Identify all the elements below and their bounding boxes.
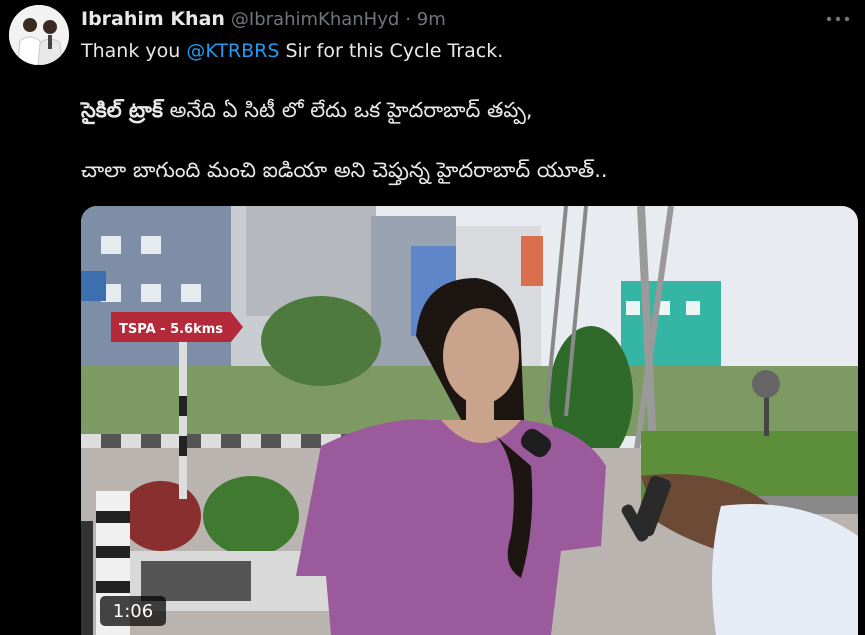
more-options-icon[interactable]	[823, 8, 853, 30]
tweet-text-line-2: సైకిల్ ట్రాక్ అనేది ఏ సిటీ లో లేదు ఒక హై…	[81, 98, 533, 128]
video-duration-badge: 1:06	[100, 596, 166, 626]
tweet-text-line-3: చాలా బాగుంది మంచి ఐడియా అని చెప్తున్న హై…	[81, 158, 608, 182]
avatar[interactable]	[9, 5, 69, 65]
video-player[interactable]: TSPA - 5.6kms	[81, 206, 858, 635]
text-bold-cycle-track: సైకిల్ ట్రాక్	[81, 98, 163, 122]
mention-link[interactable]: @KTRBRS	[186, 40, 279, 62]
tweet-text-line-1: Thank you @KTRBRS Sir for this Cycle Tra…	[81, 40, 503, 62]
text-thanks: Thank you	[81, 40, 187, 62]
text-telugu-line-2: అనేది ఏ సిటీ లో లేదు ఒక హైదరాబాద్ తప్ప,	[162, 98, 533, 122]
tweet-time[interactable]: · 9m	[405, 9, 445, 30]
tweet-header: Ibrahim Khan @IbrahimKhanHyd · 9m	[81, 6, 805, 32]
sign-label: TSPA - 5.6kms	[119, 322, 223, 337]
text-cycle-track: Sir for this Cycle Track.	[279, 40, 504, 62]
author-handle[interactable]: @IbrahimKhanHyd	[231, 9, 399, 30]
author-name[interactable]: Ibrahim Khan	[81, 8, 225, 30]
video-thumbnail: TSPA - 5.6kms	[81, 206, 858, 635]
